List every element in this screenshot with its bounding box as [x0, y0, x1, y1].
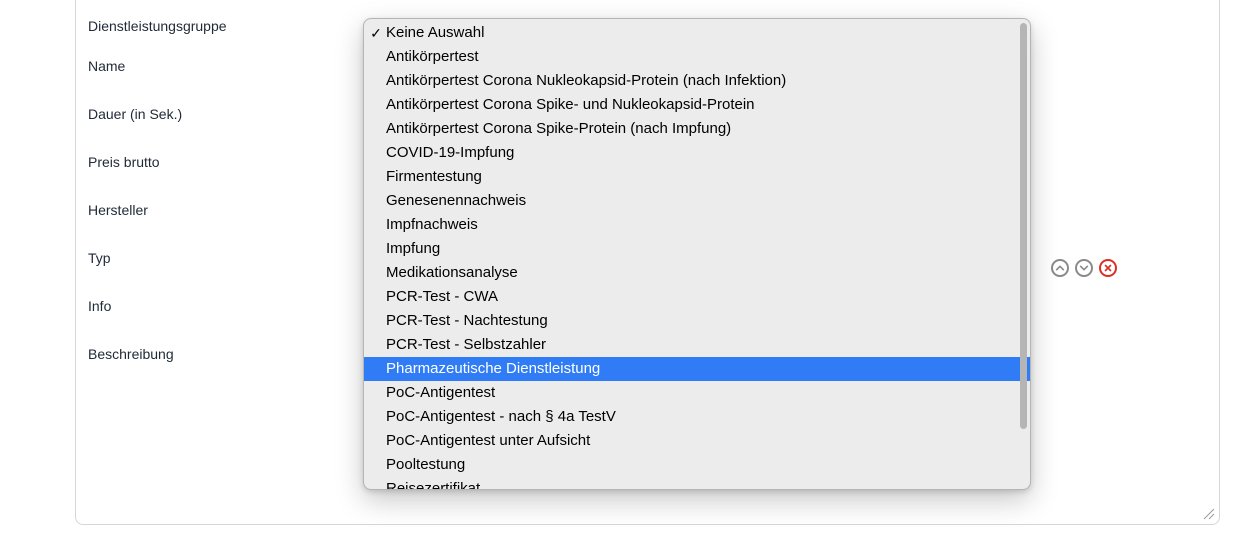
chevron-down-icon: [1079, 263, 1089, 273]
dropdown-option[interactable]: PoC-Antigentest - nach § 4a TestV: [364, 405, 1030, 429]
dropdown-option-label: Pharmazeutische Dienstleistung: [386, 360, 600, 377]
remove-button[interactable]: [1099, 259, 1117, 277]
dropdown-option[interactable]: Antikörpertest Corona Spike- und Nukleok…: [364, 93, 1030, 117]
dropdown-option[interactable]: Pooltestung: [364, 453, 1030, 477]
dropdown-option-label: PoC-Antigentest unter Aufsicht: [386, 432, 590, 449]
dropdown-scrollbar-thumb[interactable]: [1020, 23, 1027, 429]
dropdown-option[interactable]: PCR-Test - Selbstzahler: [364, 333, 1030, 357]
dropdown-option-label: Antikörpertest: [386, 48, 479, 65]
dropdown-option-label: Medikationsanalyse: [386, 264, 518, 281]
move-up-button[interactable]: [1051, 259, 1069, 277]
chevron-up-icon: [1055, 263, 1065, 273]
label-hersteller: Hersteller: [88, 202, 148, 218]
dropdown-option[interactable]: COVID-19-Impfung: [364, 141, 1030, 165]
dropdown-option-label: Genesenennachweis: [386, 192, 526, 209]
dropdown-option[interactable]: Medikationsanalyse: [364, 261, 1030, 285]
dropdown-option[interactable]: Impfnachweis: [364, 213, 1030, 237]
dropdown-option-label: PCR-Test - CWA: [386, 288, 498, 305]
dropdown-listbox: ✓Keine Auswahl Antikörpertest Antikörperte…: [364, 19, 1030, 489]
dropdown-option-label: PoC-Antigentest: [386, 384, 495, 401]
label-name: Name: [88, 58, 125, 74]
move-down-button[interactable]: [1075, 259, 1093, 277]
dienstleistungsgruppe-dropdown[interactable]: ✓Keine Auswahl Antikörpertest Antikörperte…: [363, 18, 1031, 490]
dropdown-option[interactable]: Genesenennachweis: [364, 189, 1030, 213]
dropdown-option[interactable]: Antikörpertest: [364, 45, 1030, 69]
dropdown-option[interactable]: PCR-Test - Nachtestung: [364, 309, 1030, 333]
dropdown-option-label: Antikörpertest Corona Spike-Protein (nac…: [386, 120, 731, 137]
dropdown-option[interactable]: Antikörpertest Corona Nukleokapsid-Prote…: [364, 69, 1030, 93]
dropdown-option-label: Firmentestung: [386, 168, 482, 185]
label-dauer: Dauer (in Sek.): [88, 106, 182, 122]
dropdown-option-label: Antikörpertest Corona Nukleokapsid-Prote…: [386, 72, 786, 89]
dropdown-option-label: PoC-Antigentest - nach § 4a TestV: [386, 408, 616, 425]
label-typ: Typ: [88, 250, 111, 266]
dropdown-option-label: Keine Auswahl: [386, 24, 484, 41]
label-info: Info: [88, 298, 111, 314]
dropdown-option-label: PCR-Test - Selbstzahler: [386, 336, 546, 353]
textarea-resize-handle[interactable]: [1201, 506, 1215, 520]
checkmark-icon: ✓: [367, 21, 385, 45]
dropdown-option-label: PCR-Test - Nachtestung: [386, 312, 548, 329]
dropdown-option[interactable]: PoC-Antigentest: [364, 381, 1030, 405]
x-circle-icon: [1103, 263, 1113, 273]
dropdown-option[interactable]: PCR-Test - CWA: [364, 285, 1030, 309]
dropdown-option[interactable]: PoC-Antigentest unter Aufsicht: [364, 429, 1030, 453]
dropdown-option[interactable]: Antikörpertest Corona Spike-Protein (nac…: [364, 117, 1030, 141]
label-beschreibung: Beschreibung: [88, 346, 174, 362]
dropdown-option-label: Antikörpertest Corona Spike- und Nukleok…: [386, 96, 755, 113]
label-dienstleistungsgruppe: Dienstleistungsgruppe: [88, 18, 227, 34]
dropdown-option-label: Pooltestung: [386, 456, 465, 473]
row-action-controls: [1051, 259, 1117, 277]
dropdown-option[interactable]: Pharmazeutische Dienstleistung: [364, 357, 1030, 381]
dropdown-option[interactable]: Reisezertifikat: [364, 477, 1030, 489]
label-preis: Preis brutto: [88, 154, 160, 170]
dropdown-option[interactable]: Impfung: [364, 237, 1030, 261]
dropdown-option[interactable]: Firmentestung: [364, 165, 1030, 189]
dropdown-option-label: Reisezertifikat: [386, 480, 480, 489]
dropdown-option-label: Impfung: [386, 240, 440, 257]
dropdown-option-label: Impfnachweis: [386, 216, 478, 233]
dropdown-option-label: COVID-19-Impfung: [386, 144, 514, 161]
dropdown-option[interactable]: ✓Keine Auswahl: [364, 21, 1030, 45]
